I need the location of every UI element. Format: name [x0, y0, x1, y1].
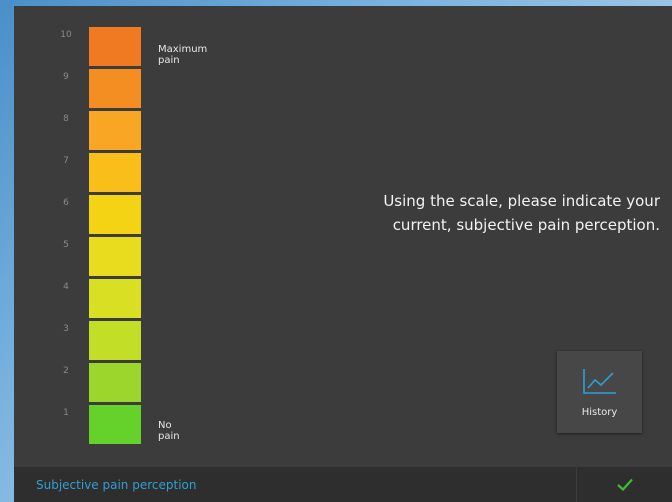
- pain-level-5[interactable]: [89, 237, 141, 276]
- history-label: History: [581, 407, 618, 418]
- scale-number-7: 7: [63, 156, 69, 166]
- pain-level-6[interactable]: [89, 195, 141, 234]
- scale-number-2: 2: [63, 366, 69, 376]
- scale-number-5: 5: [63, 240, 69, 250]
- pain-level-2[interactable]: [89, 363, 141, 402]
- instruction-line-2: current, subjective pain perception.: [392, 216, 660, 234]
- pain-level-3[interactable]: [89, 321, 141, 360]
- pain-level-10[interactable]: [89, 27, 141, 66]
- pain-level-7[interactable]: [89, 153, 141, 192]
- scale-number-4: 4: [63, 282, 69, 292]
- checkmark-icon: [617, 478, 633, 491]
- chart-line-icon: [583, 369, 616, 394]
- scale-number-6: 6: [63, 198, 69, 208]
- no-pain-label: No pain: [158, 420, 180, 442]
- scale-number-9: 9: [63, 72, 69, 82]
- pain-scale-screen: 10 9 8 7 6 5 4 3 2 1 Maximum pain No pai…: [14, 6, 672, 502]
- history-button[interactable]: History: [557, 351, 642, 433]
- pain-level-4[interactable]: [89, 279, 141, 318]
- confirm-button[interactable]: [577, 467, 672, 502]
- pain-level-1[interactable]: [89, 405, 141, 444]
- footer-title: Subjective pain perception: [36, 478, 197, 492]
- footer-bar: Subjective pain perception: [14, 467, 672, 502]
- pain-level-9[interactable]: [89, 69, 141, 108]
- instruction-text: Using the scale, please indicate your cu…: [314, 189, 660, 237]
- scale-number-1: 1: [63, 408, 69, 418]
- instruction-line-1: Using the scale, please indicate your: [383, 192, 660, 210]
- scale-number-3: 3: [63, 324, 69, 334]
- maximum-pain-label: Maximum pain: [158, 44, 208, 66]
- pain-level-8[interactable]: [89, 111, 141, 150]
- scale-number-10: 10: [60, 30, 72, 40]
- scale-number-8: 8: [63, 114, 69, 124]
